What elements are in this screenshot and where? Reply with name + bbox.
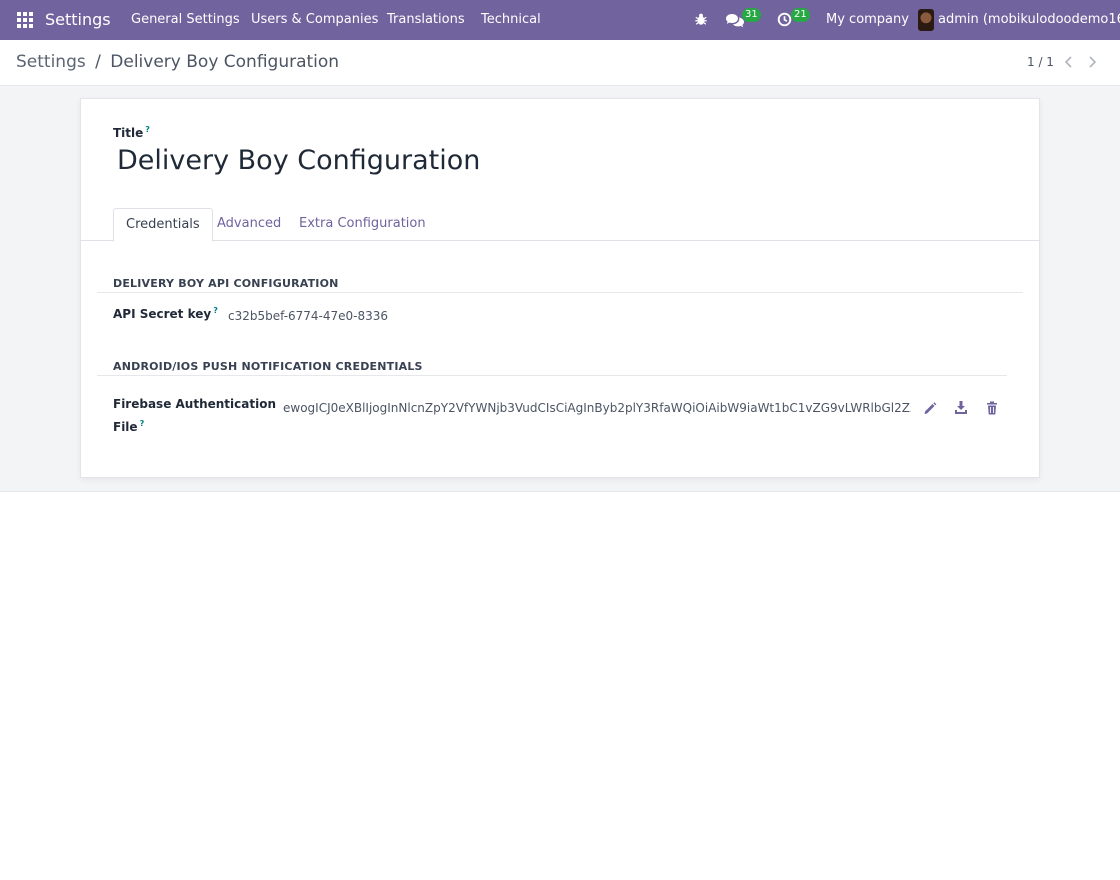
delete-trash-icon[interactable] xyxy=(984,400,1000,416)
breadcrumb-separator: / xyxy=(95,52,101,72)
api-secret-key-field[interactable]: c32b5bef-6774-47e0-8336 xyxy=(228,309,388,323)
apps-menu-icon[interactable] xyxy=(17,12,33,28)
breadcrumb-current: Delivery Boy Configuration xyxy=(110,52,340,72)
edit-pencil-icon[interactable] xyxy=(922,400,938,416)
messages-count-badge: 31 xyxy=(742,8,761,22)
api-secret-key-label: API Secret key? xyxy=(113,306,218,321)
debug-bug-icon[interactable] xyxy=(694,12,708,26)
form-sheet: Title? Delivery Boy Configuration Creden… xyxy=(80,98,1040,478)
activities-count-badge: 21 xyxy=(791,8,810,22)
title-field[interactable]: Delivery Boy Configuration xyxy=(117,145,480,176)
tab-advanced[interactable]: Advanced xyxy=(205,208,293,241)
breadcrumb-settings-link[interactable]: Settings xyxy=(16,52,86,72)
user-avatar[interactable] xyxy=(918,9,934,31)
control-panel: Settings / Delivery Boy Configuration 1 … xyxy=(0,40,1120,86)
title-help-icon[interactable]: ? xyxy=(145,125,150,134)
tab-extra-configuration[interactable]: Extra Configuration xyxy=(287,208,438,241)
title-label: Title? xyxy=(113,125,150,140)
form-content-area: Title? Delivery Boy Configuration Creden… xyxy=(0,86,1120,492)
app-brand[interactable]: Settings xyxy=(45,10,111,29)
firebase-help-icon[interactable]: ? xyxy=(140,419,145,428)
firebase-file-label: Firebase Authentication File? xyxy=(113,397,277,434)
form-tabs: Credentials Advanced Extra Configuration xyxy=(81,208,1039,242)
firebase-file-value[interactable]: ewogICJ0eXBlIjogInNlcnZpY2VfYWNjb3VudCIs… xyxy=(283,401,911,415)
pager-previous-icon[interactable] xyxy=(1064,56,1074,68)
api-key-help-icon[interactable]: ? xyxy=(213,306,218,315)
user-menu[interactable]: admin (mobikulodoodemo16) xyxy=(938,12,1120,27)
pager-next-icon[interactable] xyxy=(1087,56,1097,68)
menu-translations[interactable]: Translations xyxy=(387,12,465,27)
menu-technical[interactable]: Technical xyxy=(481,12,541,27)
section-divider-push xyxy=(97,375,1007,376)
download-icon[interactable] xyxy=(953,399,969,415)
top-navbar: Settings General Settings Users & Compan… xyxy=(0,0,1120,40)
breadcrumb: Settings / Delivery Boy Configuration xyxy=(16,52,339,72)
section-title-push: ANDROID/IOS PUSH NOTIFICATION CREDENTIAL… xyxy=(113,360,423,373)
company-switcher[interactable]: My company xyxy=(826,12,909,27)
menu-general-settings[interactable]: General Settings xyxy=(131,12,240,27)
activities-clock-icon[interactable] xyxy=(777,12,792,27)
pager-value[interactable]: 1 / 1 xyxy=(1027,55,1054,69)
section-title-api: DELIVERY BOY API CONFIGURATION xyxy=(113,277,339,290)
menu-users-companies[interactable]: Users & Companies xyxy=(251,12,378,27)
tab-credentials[interactable]: Credentials xyxy=(113,208,213,242)
section-divider-api xyxy=(97,292,1023,293)
